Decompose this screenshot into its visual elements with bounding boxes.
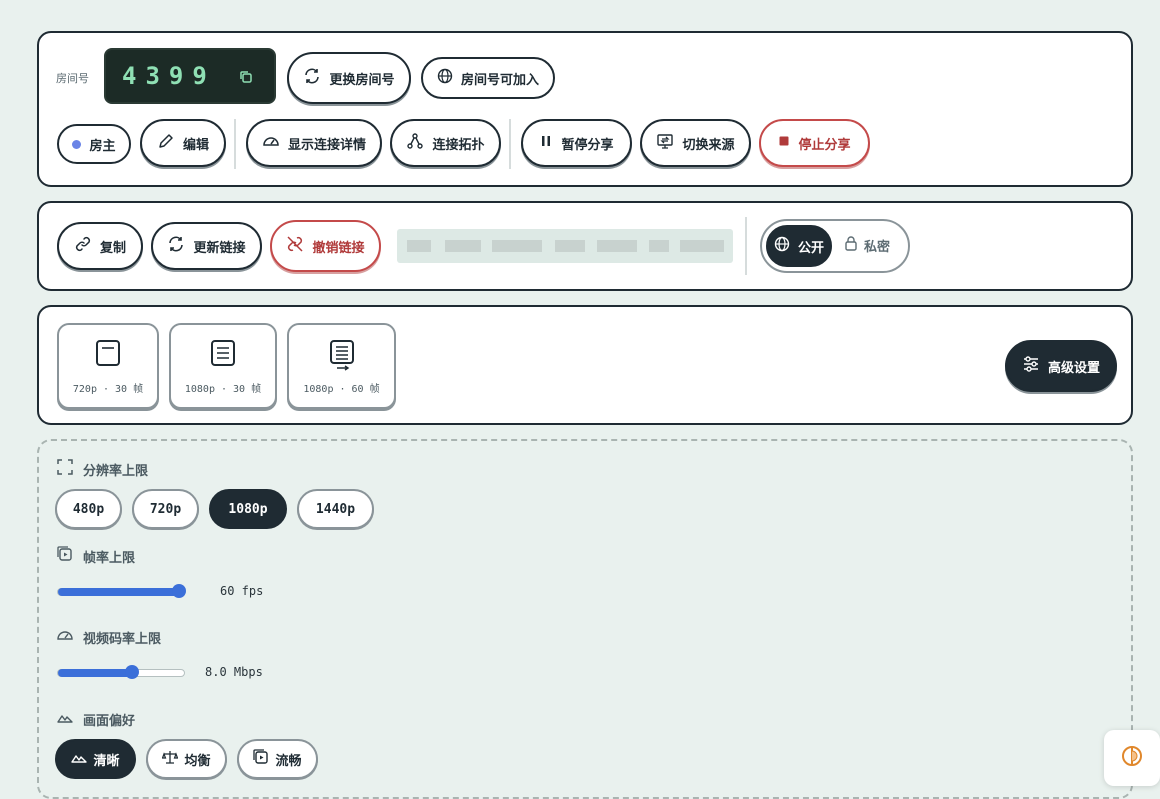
- preference-title: 画面偏好: [83, 713, 136, 729]
- room-label: 房间号: [56, 72, 89, 85]
- preference-option-label: 流畅: [275, 753, 302, 769]
- advanced-settings-label: 高级设置: [1047, 360, 1100, 376]
- preset-label: 1080p · 30 帧: [184, 384, 262, 395]
- divider: [509, 119, 511, 169]
- floating-assistant-button[interactable]: [1104, 730, 1160, 786]
- resolution-section-title: 分辨率上限: [57, 459, 148, 479]
- preference-option-balanced[interactable]: 均衡: [146, 739, 227, 779]
- status-dot-icon: [72, 139, 82, 149]
- gauge-icon: [262, 132, 280, 154]
- mountain-icon: [71, 750, 88, 768]
- joinable-label: 房间号可加入: [460, 72, 539, 88]
- host-label: 房主: [89, 138, 116, 154]
- visibility-private-option[interactable]: 私密: [844, 235, 890, 255]
- resolution-option-720p[interactable]: 720p: [132, 489, 199, 529]
- bitrate-title: 视频码率上限: [83, 631, 162, 647]
- room-code: 4399: [122, 62, 216, 90]
- revoke-link-button[interactable]: 撤销链接: [270, 220, 381, 272]
- scale-icon: [162, 749, 179, 769]
- share-link-card: 复制 更新链接 撤销链接 公开 私密: [37, 201, 1133, 291]
- fullscreen-icon: [57, 459, 73, 479]
- unlink-icon: [286, 235, 304, 257]
- copy-room-code-icon[interactable]: [238, 69, 254, 89]
- change-room-label: 更换房间号: [329, 72, 395, 88]
- pause-icon: [539, 134, 553, 152]
- preference-section-title: 画面偏好: [57, 709, 135, 729]
- room-code-display: 4399: [104, 48, 276, 104]
- framerate-slider[interactable]: [57, 584, 186, 598]
- visibility-public-option[interactable]: 公开: [766, 225, 832, 267]
- copy-link-label: 复制: [99, 240, 126, 256]
- revoke-link-label: 撤销链接: [312, 240, 365, 256]
- link-icon: [74, 235, 92, 257]
- topology-button[interactable]: 连接拓扑: [390, 119, 501, 167]
- video-frames-icon: [253, 749, 269, 769]
- bitrate-slider-fill: [58, 669, 132, 677]
- change-room-button[interactable]: 更换房间号: [287, 52, 411, 104]
- resolution-option-1440p[interactable]: 1440p: [297, 489, 374, 529]
- assistant-logo-icon: [1120, 744, 1144, 772]
- switch-source-button[interactable]: 切换来源: [640, 119, 751, 167]
- bitrate-slider[interactable]: [57, 665, 185, 679]
- preset-1080p-30[interactable]: 1080p · 30 帧: [169, 323, 277, 409]
- globe-icon: [437, 68, 453, 88]
- quality-presets-card: 720p · 30 帧 1080p · 30 帧 1080p · 60 帧 高级…: [37, 305, 1133, 425]
- resolution-option-1080p[interactable]: 1080p: [209, 489, 287, 529]
- framerate-slider-thumb[interactable]: [172, 584, 186, 598]
- refresh-icon: [167, 235, 185, 257]
- host-badge: 房主: [57, 124, 131, 164]
- visibility-public-label: 公开: [797, 240, 824, 256]
- connection-details-button[interactable]: 显示连接详情: [246, 119, 382, 167]
- framerate-section-title: 帧率上限: [57, 546, 135, 566]
- joinable-toggle[interactable]: 房间号可加入: [421, 57, 555, 99]
- stop-share-button[interactable]: 停止分享: [759, 119, 870, 167]
- refresh-icon: [303, 67, 321, 89]
- preset-label: 1080p · 60 帧: [303, 384, 380, 395]
- preference-option-label: 清晰: [93, 753, 120, 769]
- sliders-icon: [1022, 355, 1040, 377]
- lock-icon: [844, 235, 858, 255]
- mountain-icon: [57, 709, 73, 729]
- divider: [745, 217, 747, 275]
- framerate-value: 60 fps: [220, 584, 264, 598]
- preference-option-smooth[interactable]: 流畅: [237, 739, 318, 779]
- edit-button[interactable]: 编辑: [140, 119, 226, 167]
- share-link-url-redacted[interactable]: [397, 229, 733, 263]
- stop-share-label: 停止分享: [798, 137, 851, 153]
- monitor-switch-icon: [656, 132, 674, 154]
- preset-720p-30[interactable]: 720p · 30 帧: [57, 323, 159, 409]
- visibility-private-label: 私密: [864, 239, 891, 255]
- switch-source-label: 切换来源: [682, 137, 735, 153]
- gauge-icon: [57, 627, 73, 647]
- connection-details-label: 显示连接详情: [287, 137, 366, 153]
- pause-share-label: 暂停分享: [561, 137, 614, 153]
- room-toolbar-card: 房间号 4399 更换房间号 房间号可加入 房主 编辑 显示连接详情 连接拓扑 …: [37, 31, 1133, 187]
- refresh-link-label: 更新链接: [193, 240, 246, 256]
- preference-option-clarity[interactable]: 清晰: [55, 739, 136, 779]
- bitrate-section-title: 视频码率上限: [57, 627, 161, 647]
- advanced-settings-panel: 分辨率上限 480p 720p 1080p 1440p 帧率上限 60 fps …: [37, 439, 1133, 799]
- topology-icon: [406, 132, 424, 154]
- framerate-title: 帧率上限: [83, 550, 136, 566]
- pencil-icon: [157, 132, 175, 154]
- copy-link-button[interactable]: 复制: [57, 222, 143, 270]
- resolution-title: 分辨率上限: [83, 463, 149, 479]
- framerate-slider-fill: [58, 588, 179, 596]
- edit-label: 编辑: [182, 137, 209, 153]
- video-frames-icon: [57, 546, 73, 566]
- refresh-link-button[interactable]: 更新链接: [151, 222, 262, 270]
- bitrate-value: 8.0 Mbps: [205, 665, 263, 679]
- visibility-toggle: 公开 私密: [760, 219, 910, 273]
- pause-share-button[interactable]: 暂停分享: [521, 119, 632, 167]
- advanced-settings-button[interactable]: 高级设置: [1005, 340, 1117, 392]
- preset-1080p-60[interactable]: 1080p · 60 帧: [287, 323, 396, 409]
- topology-label: 连接拓扑: [432, 137, 485, 153]
- divider: [234, 119, 236, 169]
- stop-icon: [778, 135, 790, 151]
- preset-label: 720p · 30 帧: [72, 384, 144, 395]
- bitrate-slider-thumb[interactable]: [125, 665, 139, 679]
- resolution-option-480p[interactable]: 480p: [55, 489, 122, 529]
- globe-icon: [774, 236, 790, 256]
- preference-option-label: 均衡: [184, 753, 211, 769]
